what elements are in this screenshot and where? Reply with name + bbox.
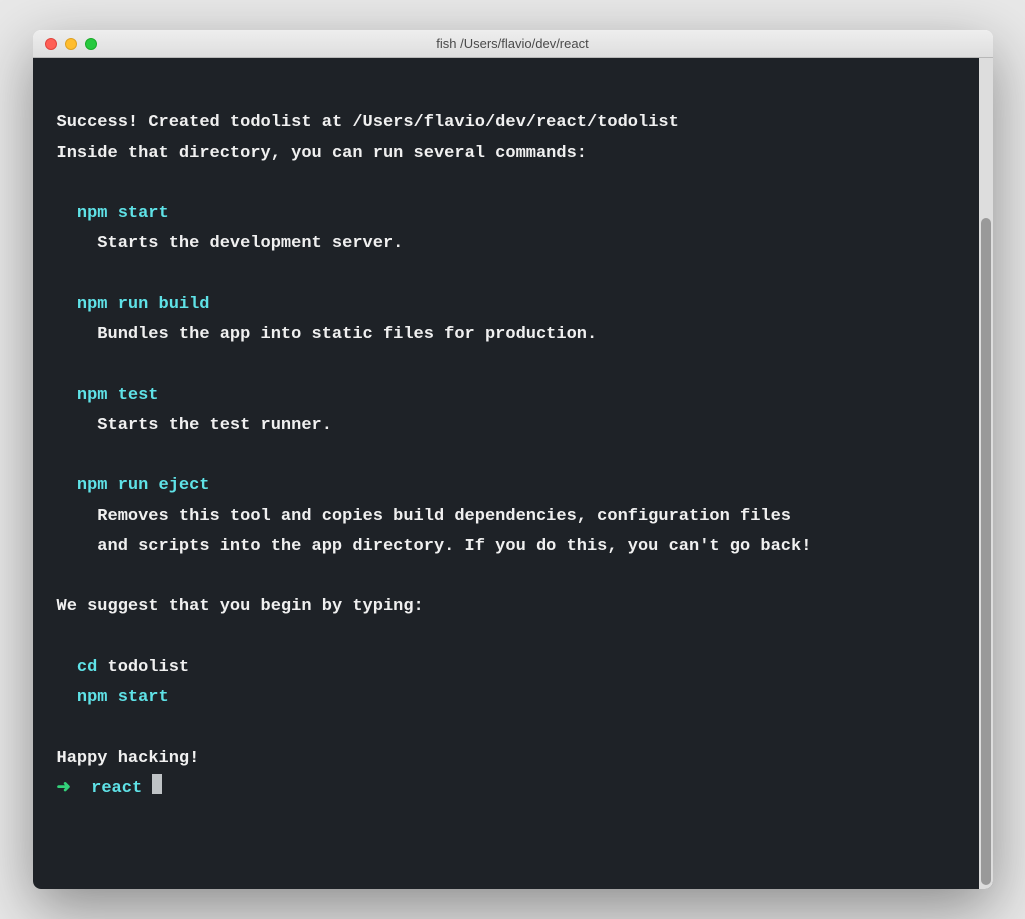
cursor-icon [152,774,162,794]
command-desc: Bundles the app into static files for pr… [57,320,955,350]
blank-line [57,713,955,743]
command-desc: Starts the test runner. [57,411,955,441]
suggest-command: npm start [57,683,955,713]
minimize-icon[interactable] [65,38,77,50]
command-desc: and scripts into the app directory. If y… [57,532,955,562]
output-line: We suggest that you begin by typing: [57,592,955,622]
maximize-icon[interactable] [85,38,97,50]
traffic-lights [33,38,97,50]
window-titlebar: fish /Users/flavio/dev/react [33,30,993,58]
output-line: Inside that directory, you can run sever… [57,139,955,169]
close-icon[interactable] [45,38,57,50]
blank-line [57,169,955,199]
command-desc: Starts the development server. [57,229,955,259]
blank-line [57,562,955,592]
command-label: npm run build [57,290,955,320]
prompt-arrow-icon: ➜ [57,779,71,798]
command-label: npm run eject [57,471,955,501]
output-line: Happy hacking! [57,744,955,774]
blank-line [57,350,955,380]
command-desc: Removes this tool and copies build depen… [57,502,955,532]
terminal-body[interactable]: Success! Created todolist at /Users/flav… [33,58,979,889]
command-label: npm start [57,199,955,229]
cd-command: cd [77,658,108,677]
scrollbar-thumb[interactable] [981,218,991,885]
blank-line [57,441,955,471]
blank-line [57,623,955,653]
cd-target: todolist [108,658,190,677]
prompt-dir: react [91,779,142,798]
suggest-command: cd todolist [57,653,955,683]
terminal-body-wrapper: Success! Created todolist at /Users/flav… [33,58,993,889]
window-title: fish /Users/flavio/dev/react [33,36,993,51]
scrollbar-track[interactable] [979,58,993,889]
prompt-line[interactable]: ➜ react [57,774,955,804]
terminal-window: fish /Users/flavio/dev/react Success! Cr… [33,30,993,889]
blank-line [57,260,955,290]
output-line: Success! Created todolist at /Users/flav… [57,108,955,138]
command-label: npm test [57,381,955,411]
